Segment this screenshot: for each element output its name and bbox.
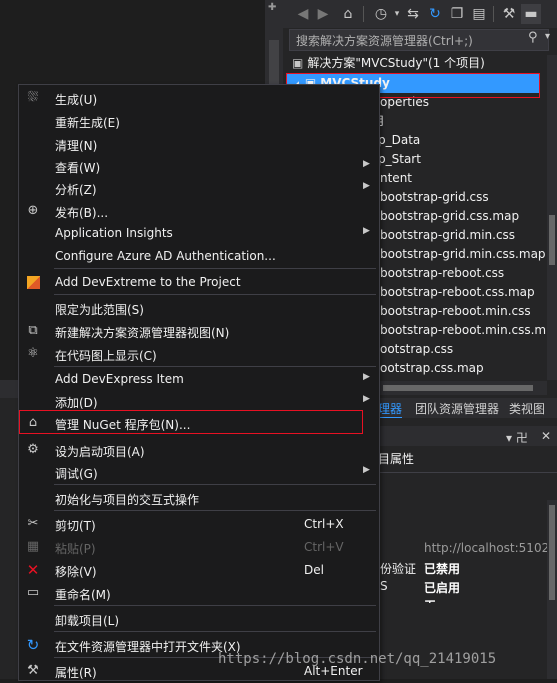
tree-item[interactable]: ootstrap.css.map [380,359,484,378]
code-map-icon: ⚛ [27,346,39,361]
scroll-up-icon[interactable]: ✚ [268,2,276,13]
property-value[interactable]: 无 [424,597,436,603]
pin-icon[interactable]: ▾ 卍 [506,429,528,446]
devextreme-icon [27,276,40,289]
tree-item[interactable]: bootstrap-reboot.css.map [380,283,535,302]
menu-item-paste[interactable]: ▦ 粘贴(P) Ctrl+V [19,536,378,559]
menu-item-publish[interactable]: ⊕ 发布(B)... [19,200,378,223]
search-options-icon[interactable]: ▾ [545,31,550,42]
menu-item-build[interactable]: ⛆ 生成(U) [19,87,378,110]
forward-icon[interactable]: ▶ [313,4,333,24]
refresh-icon[interactable]: ↻ [425,4,445,24]
menu-item-add-devextreme[interactable]: Add DevExtreme to the Project [19,271,378,294]
globe-icon: ⊕ [27,203,39,218]
tree-item[interactable]: p_Start [378,150,421,169]
shortcut-cut: Ctrl+X [304,517,344,531]
menu-item-new-view[interactable]: ⧉ 新建解决方案资源管理器视图(N) [19,320,378,343]
menu-separator [54,268,376,269]
rename-icon: ▭ [26,585,40,600]
menu-item-remove[interactable]: ✕ 移除(V) Del [19,559,378,582]
new-view-icon: ⧉ [28,323,38,338]
menu-item-configure-azure[interactable]: Configure Azure AD Authentication... [19,245,378,268]
submenu-arrow-icon: ▶ [363,465,370,475]
sync-icon[interactable]: ⇆ [403,4,423,24]
menu-item-rebuild[interactable]: 重新生成(E) [19,110,378,133]
wrench-icon[interactable]: ⚒ [499,4,519,24]
property-value-url[interactable]: http://localhost:5102 [424,541,549,555]
build-icon: ⛆ [27,90,39,105]
menu-item-scope-to-this[interactable]: 限定为此范围(S) [19,297,378,320]
search-icon[interactable]: ⚲ [528,30,538,45]
tree-item-solution[interactable]: ▣ 解决方案"MVCStudy"(1 个项目) [292,54,485,73]
properties-title: 目属性 [378,452,415,466]
menu-item-debug[interactable]: 调试(G) ▶ [19,461,378,484]
nuget-highlight-box [19,410,363,434]
delete-icon: ✕ [26,561,40,579]
home-icon[interactable]: ⌂ [338,4,358,24]
close-icon[interactable]: ✕ [541,429,551,443]
wrench-icon: ⚒ [27,663,39,678]
solution-explorer-vscrollbar[interactable] [547,55,557,380]
tree-item[interactable]: bootstrap-reboot.min.css.ma [380,321,546,340]
show-all-files-icon[interactable]: ▤ [469,4,489,24]
menu-item-cut[interactable]: ✂ 剪切(T) Ctrl+X [19,513,378,536]
property-name: S [380,579,388,593]
tree-item[interactable]: ntent [380,169,412,188]
menu-separator [54,605,376,606]
back-icon[interactable]: ◀ [293,4,313,24]
property-value[interactable]: 已禁用 [424,560,460,577]
tree-item[interactable]: bootstrap-reboot.css [380,264,504,283]
paste-icon: ▦ [26,539,40,554]
property-name: 份验证 [380,562,417,576]
menu-item-interactive[interactable]: 初始化与项目的交互式操作 [19,487,378,510]
menu-separator [54,484,376,485]
submenu-arrow-icon: ▶ [363,372,370,382]
shortcut-remove: Del [304,563,324,577]
watermark-text: https://blog.csdn.net/qq_21419015 [218,651,497,667]
refresh-folder-icon: ↻ [26,636,40,654]
solution-icon: ▣ [292,56,304,70]
menu-item-application-insights[interactable]: Application Insights ▶ [19,222,378,245]
menu-separator [54,366,376,367]
menu-item-set-startup[interactable]: ⚙ 设为启动项目(A) [19,439,378,462]
submenu-arrow-icon: ▶ [363,394,370,404]
gear-icon: ⚙ [27,442,39,457]
menu-item-view[interactable]: 查看(W) ▶ [19,155,378,178]
tab-solution-explorer[interactable]: 理器 [378,400,403,419]
menu-item-analyze[interactable]: 分析(Z) ▶ [19,177,378,200]
collapse-all-icon[interactable]: ❐ [447,4,467,24]
scrollbar-thumb[interactable] [383,385,533,391]
search-placeholder: 搜索解决方案资源管理器(Ctrl+;) [296,34,473,48]
scissors-icon: ✂ [27,516,39,531]
preview-icon[interactable]: ▬ [521,4,541,24]
scrollbar-thumb[interactable] [549,505,555,600]
shortcut-paste: Ctrl+V [304,540,344,554]
tree-item[interactable]: bootstrap-grid.min.css [380,226,515,245]
menu-separator [54,510,376,511]
tree-item[interactable]: p_Data [378,131,420,150]
tab-class-view[interactable]: 类视图 [509,400,545,417]
tree-item[interactable]: ootstrap.css [380,340,453,359]
properties-scrollbar[interactable] [547,500,557,679]
solution-explorer-toolbar: ◀ ▶ ⌂ ◷ ▾ ⇆ ↻ ❐ ▤ ⚒ ▬ [283,0,557,28]
menu-separator [54,294,376,295]
menu-item-unload-project[interactable]: 卸载项目(L) [19,608,378,631]
submenu-arrow-icon: ▶ [363,181,370,191]
tree-item[interactable]: bootstrap-grid.css [380,188,489,207]
tree-item[interactable]: bootstrap-grid.min.css.map [380,245,546,264]
tab-team-explorer[interactable]: 团队资源管理器 [415,400,499,417]
menu-item-add-devexpress[interactable]: Add DevExpress Item ▶ [19,368,378,391]
submenu-arrow-icon: ▶ [363,159,370,169]
tree-item[interactable]: bootstrap-reboot.min.css [380,302,531,321]
tree-item[interactable]: bootstrap-grid.css.map [380,207,519,226]
scrollbar-thumb[interactable] [549,215,555,265]
menu-item-rename[interactable]: ▭ 重命名(M) [19,582,378,605]
menu-separator [54,631,376,632]
submenu-arrow-icon: ▶ [363,226,370,236]
property-value[interactable]: 已启用 [424,579,460,596]
menu-item-clean[interactable]: 清理(N) [19,133,378,156]
menu-item-show-on-code-map[interactable]: ⚛ 在代码图上显示(C) [19,343,378,366]
